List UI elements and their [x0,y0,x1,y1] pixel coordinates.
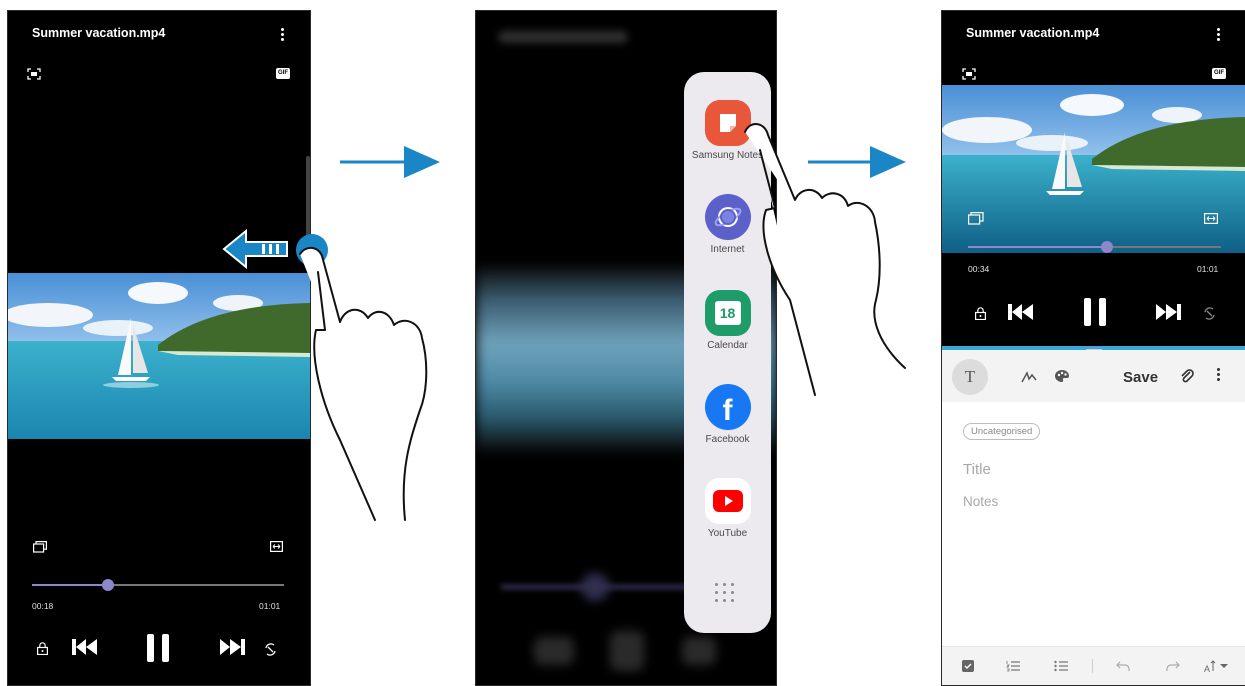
annotation-overlay [222,123,906,521]
next-step-arrow [808,146,906,178]
hand-gesture-icon [299,246,428,521]
next-step-arrow [340,146,440,178]
